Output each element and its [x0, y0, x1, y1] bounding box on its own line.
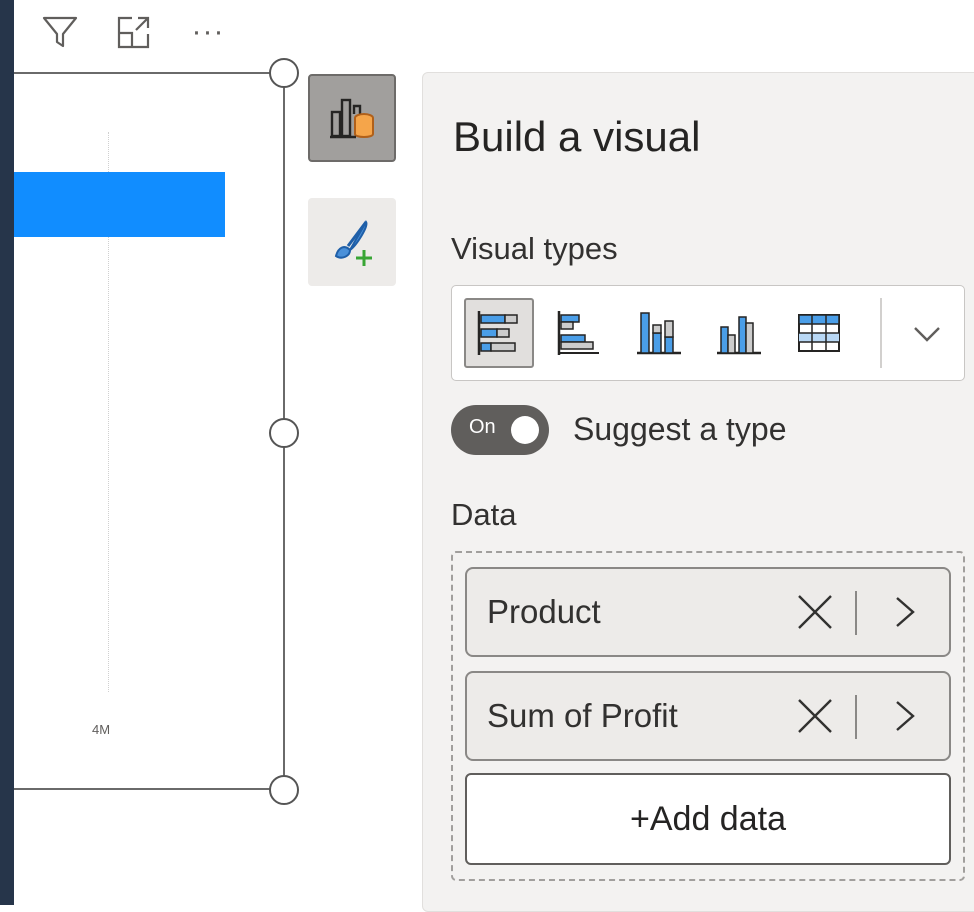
visual-type-table[interactable]: [784, 298, 854, 368]
suggest-type-label: Suggest a type: [573, 411, 787, 447]
resize-handle-top-right[interactable]: [269, 58, 299, 88]
more-options-glyph: ···: [191, 15, 225, 48]
build-visual-pane: Build a visual Visual types On Suggest a…: [422, 72, 974, 912]
close-icon: [798, 595, 832, 629]
add-data-button[interactable]: +Add data: [465, 773, 951, 865]
visual-header-toolbar: ···: [40, 12, 228, 52]
remove-field-button[interactable]: [792, 693, 838, 739]
field-options-button[interactable]: [882, 589, 928, 635]
build-visual-icon: [330, 98, 374, 139]
field-options-button[interactable]: [882, 693, 928, 739]
data-section-label: Data: [451, 497, 517, 532]
remove-field-button[interactable]: [792, 589, 838, 635]
visual-type-clustered-bar[interactable]: [544, 298, 614, 368]
toggle-knob: [511, 416, 539, 444]
pane-title: Build a visual: [453, 113, 701, 160]
visual-type-stacked-column[interactable]: [624, 298, 694, 368]
field-name: Sum of Profit: [487, 697, 678, 734]
close-icon: [798, 699, 832, 733]
field-separator: [855, 695, 857, 739]
toggle-state-text: On: [469, 416, 496, 438]
gallery-separator: [880, 298, 882, 368]
focus-mode-icon[interactable]: [114, 12, 154, 52]
build-visual-button[interactable]: [308, 74, 396, 162]
clustered-bar-chart-icon: [557, 311, 599, 355]
visual-type-stacked-bar[interactable]: [464, 298, 534, 368]
table-icon: [798, 314, 840, 352]
clustered-column-chart-icon: [717, 316, 761, 355]
format-visual-button[interactable]: [308, 198, 396, 286]
data-field-sum-of-profit[interactable]: Sum of Profit: [465, 671, 951, 761]
visual-border-top: [14, 72, 285, 74]
data-field-product[interactable]: Product: [465, 567, 951, 657]
data-well: Product Sum of Profit +Add data: [451, 551, 965, 881]
expand-visual-types-button[interactable]: [892, 298, 962, 368]
field-separator: [855, 591, 857, 635]
selected-visual[interactable]: 4M: [14, 58, 299, 805]
bar[interactable]: [14, 172, 225, 237]
visual-type-clustered-column[interactable]: [704, 298, 774, 368]
stacked-column-chart-icon: [637, 312, 681, 355]
stacked-bar-chart-icon: [477, 311, 518, 355]
chevron-down-icon: [914, 327, 940, 342]
resize-handle-bottom-right[interactable]: [269, 775, 299, 805]
resize-handle-right[interactable]: [269, 418, 299, 448]
chevron-right-icon: [896, 597, 915, 627]
visual-types-gallery: [451, 285, 965, 381]
dark-edge: [0, 0, 14, 905]
field-name: Product: [487, 593, 601, 630]
suggest-type-toggle[interactable]: On: [451, 405, 549, 455]
chevron-right-icon: [896, 701, 915, 731]
more-options-icon[interactable]: ···: [188, 12, 228, 52]
format-visual-icon: [334, 220, 372, 266]
filter-icon[interactable]: [40, 12, 80, 52]
visual-border-bottom: [14, 788, 285, 790]
x-axis-tick-label: 4M: [92, 722, 111, 737]
visual-types-label: Visual types: [451, 231, 618, 266]
